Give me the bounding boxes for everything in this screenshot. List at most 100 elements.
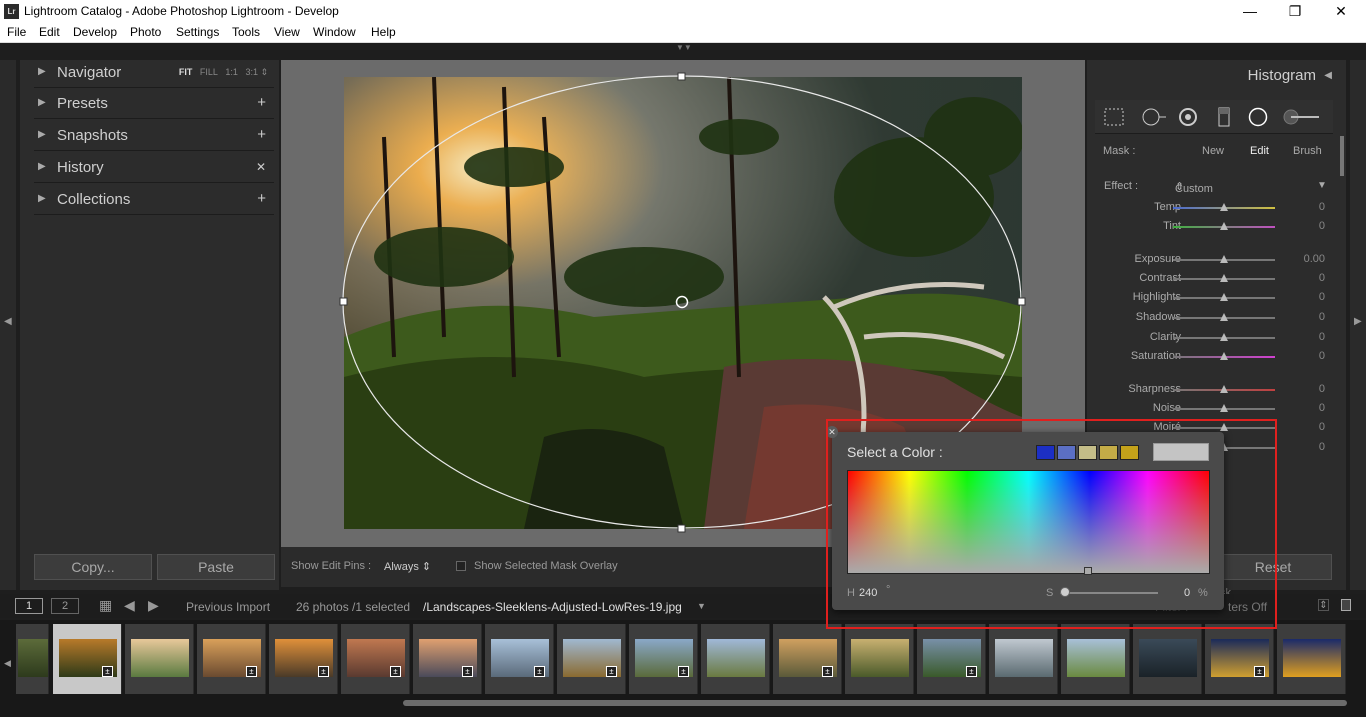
- zoom-fit[interactable]: FIT: [179, 67, 193, 77]
- history-header[interactable]: ▶ History ✕: [34, 155, 274, 183]
- filmstrip-thumbnail[interactable]: [1277, 624, 1346, 694]
- filmstrip-thumbnail[interactable]: [701, 624, 770, 694]
- exposure-slider[interactable]: Exposure 0.00: [1095, 251, 1333, 270]
- effect-collapse-icon[interactable]: ▼: [1317, 180, 1327, 191]
- filmstrip-thumbnail[interactable]: ±: [773, 624, 842, 694]
- zoom-3-1[interactable]: 3:1: [245, 67, 258, 77]
- defringe-value[interactable]: 0: [1319, 441, 1325, 453]
- exposure-value[interactable]: 0.00: [1304, 253, 1325, 265]
- navigator-header[interactable]: ▶ Navigator FIT FILL 1:1 3:1 ⇕: [34, 60, 274, 88]
- temp-knob[interactable]: [1220, 203, 1228, 211]
- secondary-window-button[interactable]: 2: [51, 598, 79, 614]
- moire-value[interactable]: 0: [1319, 421, 1325, 433]
- color-spectrum-cursor[interactable]: [1084, 567, 1092, 575]
- highlights-knob[interactable]: [1220, 293, 1228, 301]
- saturation-track[interactable]: [1060, 592, 1158, 594]
- color-swatch-1[interactable]: [1036, 445, 1055, 460]
- tint-slider[interactable]: Tint 0: [1095, 218, 1333, 237]
- color-swatch-3[interactable]: [1078, 445, 1097, 460]
- add-snapshot-icon[interactable]: +: [257, 126, 266, 143]
- menu-develop[interactable]: Develop: [73, 25, 117, 39]
- saturation-knob[interactable]: [1220, 352, 1228, 360]
- saturation-value[interactable]: 0: [1319, 350, 1325, 362]
- minimize-button[interactable]: —: [1240, 2, 1260, 20]
- menu-file[interactable]: File: [7, 25, 26, 39]
- hue-value[interactable]: 240: [859, 587, 877, 599]
- filmstrip-thumbnail[interactable]: [845, 624, 914, 694]
- tint-value[interactable]: 0: [1319, 220, 1325, 232]
- filmstrip-thumbnail[interactable]: ±: [197, 624, 266, 694]
- close-window-button[interactable]: ✕: [1331, 2, 1351, 20]
- menu-settings[interactable]: Settings: [176, 25, 219, 39]
- sharpness-slider[interactable]: Sharpness 0: [1095, 381, 1333, 400]
- show-mask-overlay-checkbox[interactable]: [456, 561, 466, 571]
- shadows-value[interactable]: 0: [1319, 311, 1325, 323]
- radial-filter-icon[interactable]: [1247, 107, 1269, 127]
- histogram-header[interactable]: Histogram ◀: [1087, 60, 1346, 94]
- mask-brush-button[interactable]: Brush: [1293, 145, 1322, 157]
- mask-edit-button[interactable]: Edit: [1250, 145, 1269, 157]
- color-swatch-4[interactable]: [1099, 445, 1118, 460]
- restore-button[interactable]: ❐: [1285, 2, 1305, 20]
- clarity-slider[interactable]: Clarity 0: [1095, 329, 1333, 348]
- file-path[interactable]: /Landscapes-Sleeklens-Adjusted-LowRes-19…: [423, 600, 682, 614]
- filmstrip-thumbnail[interactable]: ±: [1205, 624, 1274, 694]
- menu-window[interactable]: Window: [313, 25, 356, 39]
- color-swatch-5[interactable]: [1120, 445, 1139, 460]
- mask-new-button[interactable]: New: [1202, 145, 1224, 157]
- filmstrip-thumbnail[interactable]: [989, 624, 1058, 694]
- presets-header[interactable]: ▶ Presets +: [34, 91, 274, 119]
- collections-header[interactable]: ▶ Collections +: [34, 187, 274, 215]
- forward-arrow-icon[interactable]: ▶: [148, 597, 159, 614]
- shadows-slider[interactable]: Shadows 0: [1095, 309, 1333, 328]
- filmstrip-thumbnail[interactable]: [1133, 624, 1202, 694]
- filter-lock-icon[interactable]: [1341, 599, 1351, 611]
- filter-dropdown-icon[interactable]: ⇕: [1318, 599, 1329, 611]
- crop-tool-icon[interactable]: [1103, 107, 1125, 127]
- snapshots-header[interactable]: ▶ Snapshots +: [34, 123, 274, 151]
- filmstrip-thumbnail[interactable]: [1061, 624, 1130, 694]
- tint-knob[interactable]: [1220, 222, 1228, 230]
- red-eye-icon[interactable]: [1177, 107, 1199, 127]
- spot-removal-icon[interactable]: [1141, 107, 1166, 127]
- filmstrip-scrollbar[interactable]: [403, 700, 1347, 706]
- color-swatch-2[interactable]: [1057, 445, 1076, 460]
- moire-knob[interactable]: [1220, 423, 1228, 431]
- graduated-filter-icon[interactable]: [1213, 107, 1235, 127]
- filmstrip-thumbnail[interactable]: [125, 624, 194, 694]
- filmstrip-thumbnail[interactable]: ±: [917, 624, 986, 694]
- exposure-knob[interactable]: [1220, 255, 1228, 263]
- source-label[interactable]: Previous Import: [186, 600, 270, 614]
- navigator-zoom-options[interactable]: FIT FILL 1:1 3:1 ⇕: [179, 67, 268, 78]
- add-preset-icon[interactable]: +: [257, 94, 266, 111]
- filmstrip-thumbnail[interactable]: ±: [269, 624, 338, 694]
- filmstrip-thumbnail[interactable]: [16, 624, 49, 694]
- left-panel-toggle[interactable]: ◀: [0, 60, 16, 590]
- menu-help[interactable]: Help: [371, 25, 396, 39]
- saturation-slider[interactable]: Saturation 0: [1095, 348, 1333, 367]
- temp-slider[interactable]: Temp 0: [1095, 199, 1333, 218]
- menu-tools[interactable]: Tools: [232, 25, 260, 39]
- add-collection-icon[interactable]: +: [257, 190, 266, 207]
- saturation-value[interactable]: 0: [1184, 587, 1190, 599]
- shadows-knob[interactable]: [1220, 313, 1228, 321]
- color-spectrum-field[interactable]: [847, 470, 1210, 575]
- clarity-knob[interactable]: [1220, 333, 1228, 341]
- noise-knob[interactable]: [1220, 404, 1228, 412]
- temp-value[interactable]: 0: [1319, 201, 1325, 213]
- highlights-slider[interactable]: Highlights 0: [1095, 289, 1333, 308]
- filmstrip-thumbnail[interactable]: ±: [413, 624, 482, 694]
- filmstrip-thumbnail[interactable]: ±: [629, 624, 698, 694]
- show-edit-pins-select[interactable]: Always ⇕: [384, 560, 431, 573]
- path-dropdown-icon[interactable]: ▼: [697, 601, 706, 611]
- grid-view-icon[interactable]: ▦: [99, 597, 112, 614]
- saturation-knob[interactable]: [1060, 587, 1070, 597]
- menu-photo[interactable]: Photo: [130, 25, 161, 39]
- paste-settings-button[interactable]: Paste: [157, 554, 275, 580]
- close-popup-icon[interactable]: ✕: [826, 426, 838, 438]
- top-panel-toggle-icon[interactable]: ▼▼: [676, 44, 692, 52]
- contrast-slider[interactable]: Contrast 0: [1095, 270, 1333, 289]
- reset-button[interactable]: Reset: [1214, 554, 1332, 580]
- main-window-button[interactable]: 1: [15, 598, 43, 614]
- effect-preset-select[interactable]: Custom ⇕: [1175, 180, 1213, 195]
